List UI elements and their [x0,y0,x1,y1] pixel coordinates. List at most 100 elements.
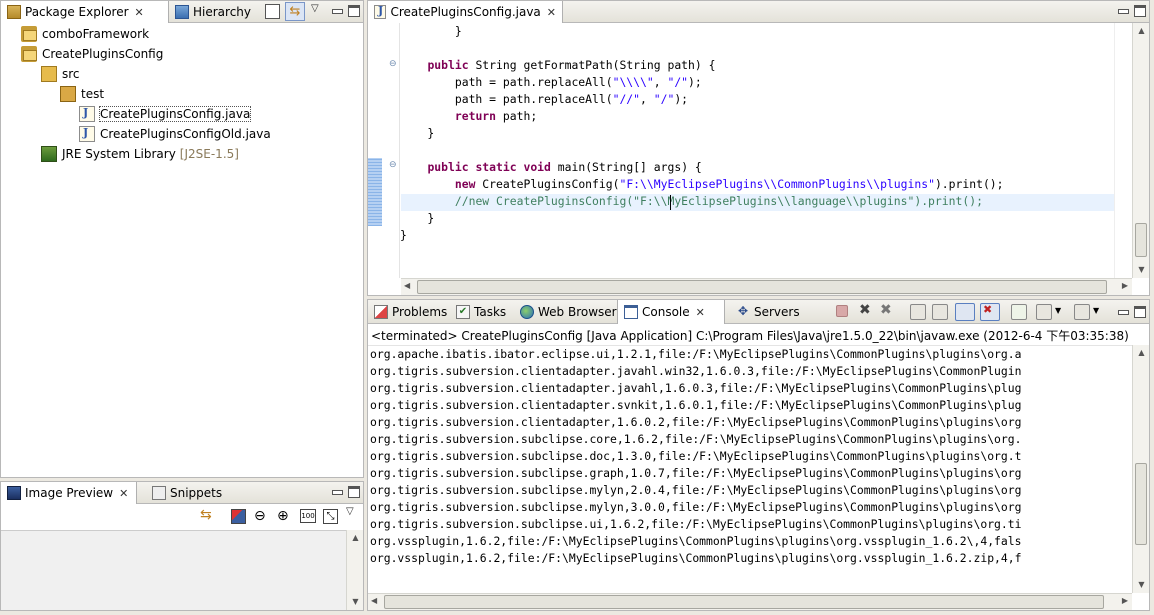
code-line[interactable]: public static void main(String[] args) { [400,159,1004,176]
dropdown-icon[interactable]: ▼ [1055,306,1061,315]
code-token: static [475,160,517,174]
code-line[interactable] [400,142,1004,159]
tab-web-browser[interactable]: Web Browser [514,300,623,324]
code-line[interactable]: path = path.replaceAll("\\\\", "/"); [400,74,1004,91]
code-line[interactable]: new CreatePluginsConfig("F:\\MyEclipsePl… [400,176,1004,193]
code-line[interactable]: path = path.replaceAll("//", "/"); [400,91,1004,108]
fit-window-icon[interactable]: ⤡ [323,509,338,524]
console-vertical-scrollbar[interactable]: ▲ ▼ [1132,345,1149,593]
show-console-on-output-icon[interactable] [955,303,975,321]
console-output[interactable]: org.apache.ibatis.ibator.eclipse.ui,1.2.… [368,345,1132,593]
code-area[interactable]: } public String getFormatPath(String pat… [400,23,1004,244]
minimize-icon[interactable] [1117,5,1129,17]
pin-console-icon[interactable] [1011,304,1027,320]
code-token: "F:\\MyEclipsePlugins\\CommonPlugins\\pl… [619,177,935,191]
close-icon[interactable]: ✕ [135,6,144,19]
scroll-thumb[interactable] [1135,463,1147,545]
tab-snippets[interactable]: Snippets [146,482,228,504]
editor-horizontal-scrollbar[interactable]: ◀ ▶ [401,278,1132,295]
view-menu-icon[interactable]: ▽ [311,3,319,14]
console-line: org.tigris.subversion.subclipse.core,1.6… [370,432,1022,446]
tab-servers[interactable]: ✥ Servers [730,300,806,324]
tab-tasks[interactable]: ✔ Tasks [450,300,512,324]
maximize-icon[interactable] [348,486,360,498]
scroll-thumb[interactable] [384,595,1104,609]
code-token: } [400,126,435,140]
minimize-icon[interactable] [331,5,343,17]
link-with-editor-icon[interactable]: ⇆ [285,2,305,21]
remove-all-launches-icon[interactable]: ✖ [880,302,892,318]
tab-createpluginsconfig-java[interactable]: J CreatePluginsConfig.java ✕ [368,1,563,23]
scroll-up-icon[interactable]: ▲ [1133,25,1149,37]
view-menu-icon[interactable]: ▽ [346,506,354,517]
close-icon[interactable]: ✕ [119,487,128,500]
scroll-thumb[interactable] [417,280,1107,294]
code-line[interactable]: } [400,125,1004,142]
remove-launch-icon[interactable]: ✖ [859,302,871,318]
zoom-in-icon[interactable]: ⊕ [277,508,289,524]
scroll-lock-icon[interactable] [932,304,948,320]
tree-item-createpluginsconfigold-java[interactable]: CreatePluginsConfigOld.java [79,125,271,143]
maximize-icon[interactable] [1134,5,1146,17]
scroll-thumb[interactable] [1135,223,1147,257]
code-line[interactable]: public String getFormatPath(String path)… [400,57,1004,74]
close-icon[interactable]: ✕ [696,306,705,319]
console-line: org.tigris.subversion.clientadapter.svnk… [370,398,1022,412]
fit-image-icon[interactable] [231,509,246,524]
fold-icon[interactable]: ⊖ [389,59,397,69]
tab-image-preview[interactable]: Image Preview ✕ [1,482,137,504]
tree-item-createpluginsconfig-java[interactable]: CreatePluginsConfig.java [79,105,252,123]
close-icon[interactable]: ✕ [547,6,556,19]
terminate-icon[interactable] [836,305,848,317]
tab-problems[interactable]: Problems [368,300,453,324]
scroll-left-icon[interactable]: ◀ [371,596,377,605]
maximize-icon[interactable] [348,5,360,17]
editor-vertical-scrollbar[interactable]: ▲ ▼ [1132,23,1149,278]
code-line[interactable]: return path; [400,108,1004,125]
show-console-on-error-icon[interactable] [980,303,1000,321]
tab-image-preview-label: Image Preview [25,486,114,500]
scroll-up-icon[interactable]: ▲ [1133,347,1149,359]
tree-item-label: comboFramework [42,27,150,41]
tab-tasks-label: Tasks [474,305,507,319]
console-horizontal-scrollbar[interactable]: ◀ ▶ [368,593,1132,610]
tree-item-comboframework[interactable]: comboFramework [21,25,149,43]
tab-servers-label: Servers [754,305,800,319]
collapse-all-icon[interactable] [265,4,280,19]
scroll-right-icon[interactable]: ▶ [1122,596,1128,605]
code-line[interactable]: } [400,210,1004,227]
editor-left-ruler: ⊖ ⊖ [368,23,400,278]
tree-item-jre-system-library[interactable]: JRE System Library [J2SE-1.5] [41,145,239,163]
scroll-down-icon[interactable]: ▼ [1133,579,1149,591]
scroll-down-icon[interactable]: ▼ [347,596,363,608]
change-bar [368,158,382,226]
zoom-out-icon[interactable]: ⊖ [254,508,266,524]
maximize-icon[interactable] [1134,306,1146,318]
fold-icon[interactable]: ⊖ [389,160,397,170]
dropdown-icon[interactable]: ▼ [1093,306,1099,315]
code-line[interactable]: //new CreatePluginsConfig("F:\\MyEclipse… [400,193,1004,210]
open-console-icon[interactable] [1074,304,1090,320]
display-selected-console-icon[interactable] [1036,304,1052,320]
tree-item-createpluginsconfig[interactable]: CreatePluginsConfig [21,45,163,63]
code-line[interactable]: } [400,23,1004,40]
sync-icon[interactable]: ⇆ [200,507,212,523]
scroll-up-icon[interactable]: ▲ [347,532,363,544]
code-line[interactable]: } [400,227,1004,244]
minimize-icon[interactable] [331,486,343,498]
code-line[interactable] [400,40,1004,57]
minimize-icon[interactable] [1117,306,1129,318]
tree-item-src[interactable]: src [41,65,80,83]
tab-package-explorer[interactable]: Package Explorer ✕ [1,1,169,23]
image-preview-scrollbar[interactable]: ▲ ▼ [346,530,363,610]
code-token: "/" [667,75,689,89]
tree-item-test[interactable]: test [60,85,104,103]
clear-console-icon[interactable] [910,304,926,320]
scroll-right-icon[interactable]: ▶ [1122,281,1128,290]
tab-hierarchy[interactable]: Hierarchy [169,1,257,23]
scroll-left-icon[interactable]: ◀ [404,281,410,290]
code-token: } [400,211,435,225]
tab-console[interactable]: Console ✕ [617,300,725,324]
actual-size-icon[interactable]: 100 [300,509,316,523]
scroll-down-icon[interactable]: ▼ [1133,264,1149,276]
